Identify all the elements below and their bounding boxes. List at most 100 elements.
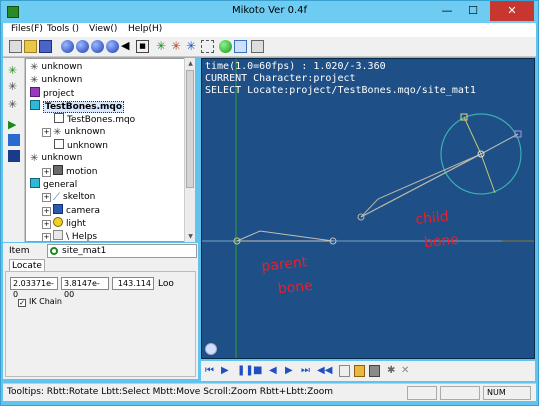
bone-icon[interactable]: ✳ — [8, 80, 20, 93]
view-reset-icon[interactable] — [205, 343, 217, 355]
status-panel — [407, 386, 437, 400]
bone-icon[interactable]: ✳ — [8, 64, 20, 77]
tree-item-label: \ Helps — [66, 232, 98, 242]
grid-icon[interactable] — [201, 40, 214, 53]
tree-item[interactable]: general — [30, 178, 77, 191]
item-field[interactable]: site_mat1 — [47, 244, 197, 258]
expand-icon[interactable]: + — [42, 207, 51, 216]
tree-item[interactable]: TestBones.mqo — [30, 100, 125, 113]
tree-item-label: TestBones.mqo — [43, 101, 125, 113]
bone-icon: ✳ — [30, 153, 39, 164]
status-panel — [440, 386, 480, 400]
green-ball-icon[interactable] — [219, 40, 232, 53]
expand-icon[interactable]: + — [42, 233, 51, 241]
bone-icon[interactable]: ✳ — [171, 40, 184, 53]
bone-handle-line — [480, 133, 519, 155]
current-readout: CURRENT Character:project — [205, 73, 356, 84]
film-icon[interactable] — [8, 150, 20, 162]
tree-item-label: camera — [66, 206, 100, 216]
tree-item[interactable]: + motion — [42, 165, 98, 178]
expand-icon[interactable]: + — [42, 220, 51, 229]
tree-item-label: unknown — [41, 62, 83, 72]
maximize-button[interactable]: ☐ — [460, 1, 486, 21]
properties-panel: Item site_mat1 Locate 2.03371e-0 3.8147e… — [3, 243, 198, 379]
child-annotation-line: child — [415, 209, 450, 228]
walk-icon[interactable]: ✱ — [387, 365, 398, 377]
tree-item[interactable]: + light — [42, 217, 86, 230]
scroll-thumb[interactable] — [186, 70, 194, 188]
render-ball-icon[interactable] — [106, 40, 119, 53]
tree-item-label: unknown — [64, 127, 106, 137]
open-icon[interactable] — [24, 40, 37, 53]
bone-icon[interactable]: ✳ — [156, 40, 169, 53]
expand-icon[interactable]: + — [42, 168, 51, 177]
frame-icon[interactable] — [8, 134, 20, 146]
stop-icon[interactable]: ■ — [136, 40, 149, 53]
file-icon — [54, 113, 64, 123]
tree-item-label: project — [43, 89, 75, 99]
skeleton-icon: ⟋ — [53, 192, 60, 203]
folder-icon[interactable] — [354, 365, 365, 377]
locate-x-field[interactable]: 2.03371e-0 — [10, 277, 58, 299]
title-bar[interactable]: Mikoto Ver 0.4f — ☐ ✕ — [1, 1, 538, 23]
panel-icon[interactable] — [251, 40, 264, 53]
bone-icon[interactable]: ✳ — [8, 98, 20, 111]
tree-item[interactable]: TestBones.mqo — [54, 113, 135, 126]
close-button[interactable]: ✕ — [490, 1, 534, 21]
tree-item-label: unknown — [41, 75, 83, 85]
file-icon — [54, 139, 64, 149]
scroll-up-icon[interactable]: ▲ — [185, 58, 196, 69]
tree-item[interactable]: + camera — [42, 204, 100, 217]
child-bone-edge — [360, 153, 482, 218]
tree-item[interactable]: ✳ unknown — [30, 74, 82, 87]
scroll-down-icon[interactable]: ▼ — [185, 231, 196, 242]
locate-button[interactable]: Loo — [158, 279, 174, 289]
ik-chain-checkbox[interactable]: ✓ IK Chain — [18, 297, 62, 307]
status-bar: Tooltips: Rbtt:Rotate Lbtt:Select Mbtt:M… — [3, 383, 536, 401]
locate-z-field[interactable]: 143.114 — [112, 277, 154, 290]
tree-item[interactable]: + ⟋ skelton — [42, 191, 95, 204]
item-value: site_mat1 — [62, 246, 107, 256]
checkbox-icon[interactable]: ✓ — [18, 299, 26, 307]
tree-item-label: motion — [66, 167, 98, 177]
render-ball-icon[interactable] — [91, 40, 104, 53]
new-icon[interactable] — [9, 40, 22, 53]
tree-item[interactable]: unknown — [54, 139, 108, 152]
first-frame-icon[interactable]: ⏮ — [205, 365, 216, 377]
render-ball-icon[interactable] — [61, 40, 74, 53]
play-icon[interactable]: ▶ — [221, 365, 232, 377]
last-frame-icon[interactable]: ⏭ — [301, 365, 312, 377]
expand-icon[interactable]: + — [42, 128, 51, 137]
stop-icon[interactable]: ■ — [253, 365, 264, 377]
main-toolbar: ◀ ■ ✳ ✳ ✳ — [3, 37, 536, 57]
play-icon[interactable]: ▶ — [8, 118, 20, 131]
menu-tools[interactable]: Tools () — [47, 24, 79, 34]
expand-icon[interactable]: + — [42, 193, 51, 202]
menu-view[interactable]: View() — [89, 24, 117, 34]
sound-icon[interactable]: ◀ — [121, 40, 134, 53]
select-icon[interactable] — [234, 40, 247, 53]
film-icon[interactable] — [369, 365, 380, 377]
keyframe-icon[interactable] — [339, 365, 350, 377]
menu-help[interactable]: Help(H) — [128, 24, 162, 34]
tree-item[interactable]: + \ Helps — [42, 230, 98, 242]
tree-item[interactable]: project — [30, 87, 74, 100]
render-ball-icon[interactable] — [76, 40, 89, 53]
cross-icon[interactable]: ✕ — [401, 365, 412, 377]
save-icon[interactable] — [39, 40, 52, 53]
bone-icon[interactable]: ✳ — [186, 40, 199, 53]
tree-scrollbar[interactable]: ▲ ▼ — [184, 58, 195, 242]
minimize-button[interactable]: — — [434, 1, 460, 21]
pause-icon[interactable]: ❚❚ — [237, 365, 254, 377]
locate-y-field[interactable]: 3.8147e-00 — [61, 277, 109, 299]
tree-item[interactable]: ✳ unknown — [30, 152, 82, 165]
tree-item[interactable]: ✳ unknown — [30, 61, 82, 74]
prev-frame-icon[interactable]: ◀ — [269, 365, 280, 377]
menu-files[interactable]: Files(F) — [11, 24, 43, 34]
rewind-icon[interactable]: ◀◀ — [317, 365, 332, 377]
3d-viewport[interactable]: child bone parent bone time(1.0=60fps) :… — [201, 58, 535, 359]
ik-chain-label: IK Chain — [29, 297, 62, 306]
cube-icon — [30, 178, 40, 188]
next-frame-icon[interactable]: ▶ — [285, 365, 296, 377]
tree-item[interactable]: + ✳ unknown — [42, 126, 105, 139]
